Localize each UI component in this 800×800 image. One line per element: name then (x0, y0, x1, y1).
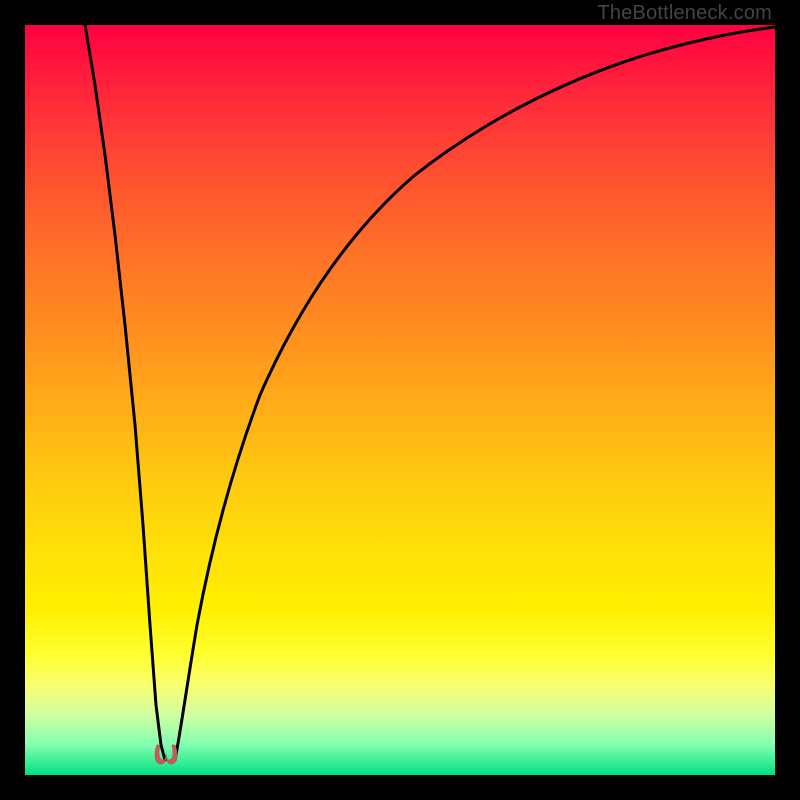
bottleneck-curve (25, 25, 775, 775)
curve-left-branch (85, 25, 165, 760)
curve-right-branch (175, 27, 775, 760)
optimal-marker-icon (153, 743, 179, 765)
chart-plot-area (25, 25, 775, 775)
watermark-text: TheBottleneck.com (597, 2, 772, 25)
